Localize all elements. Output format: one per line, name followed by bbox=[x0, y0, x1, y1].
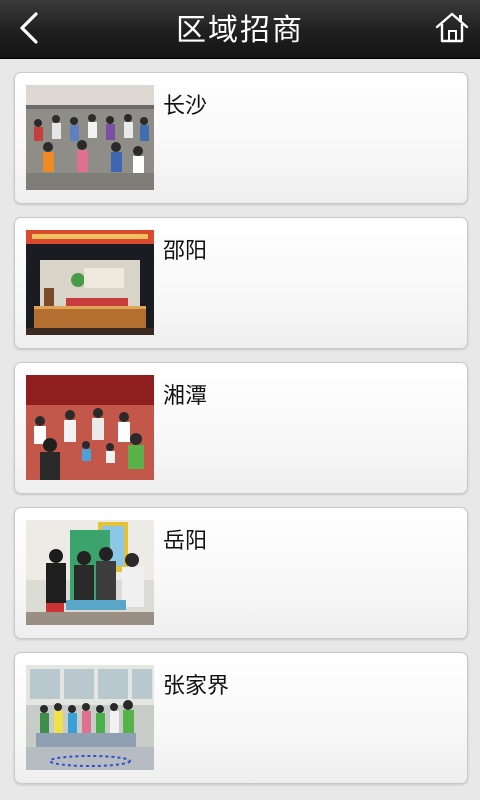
region-name: 岳阳 bbox=[163, 529, 208, 554]
region-name: 张家界 bbox=[163, 674, 230, 699]
region-photo bbox=[26, 85, 154, 190]
region-name: 邵阳 bbox=[163, 239, 208, 264]
region-photo bbox=[26, 230, 154, 335]
region-photo bbox=[26, 665, 154, 770]
region-list: 长沙 邵阳 湘潭 岳阳 张家界 bbox=[0, 58, 480, 800]
page-title: 区域招商 bbox=[176, 13, 304, 48]
region-photo bbox=[26, 375, 154, 480]
region-card-yueyang[interactable]: 岳阳 bbox=[14, 507, 468, 639]
region-card-xiangtan[interactable]: 湘潭 bbox=[14, 362, 468, 494]
region-photo bbox=[26, 520, 154, 625]
home-icon bbox=[435, 12, 469, 43]
region-card-zhangjiajie[interactable]: 张家界 bbox=[14, 652, 468, 784]
home-button[interactable] bbox=[434, 10, 470, 46]
region-card-changsha[interactable]: 长沙 bbox=[14, 72, 468, 204]
region-card-shaoyang[interactable]: 邵阳 bbox=[14, 217, 468, 349]
region-name: 长沙 bbox=[163, 94, 208, 119]
app-header: 区域招商 bbox=[0, 0, 480, 59]
region-name: 湘潭 bbox=[163, 384, 208, 409]
